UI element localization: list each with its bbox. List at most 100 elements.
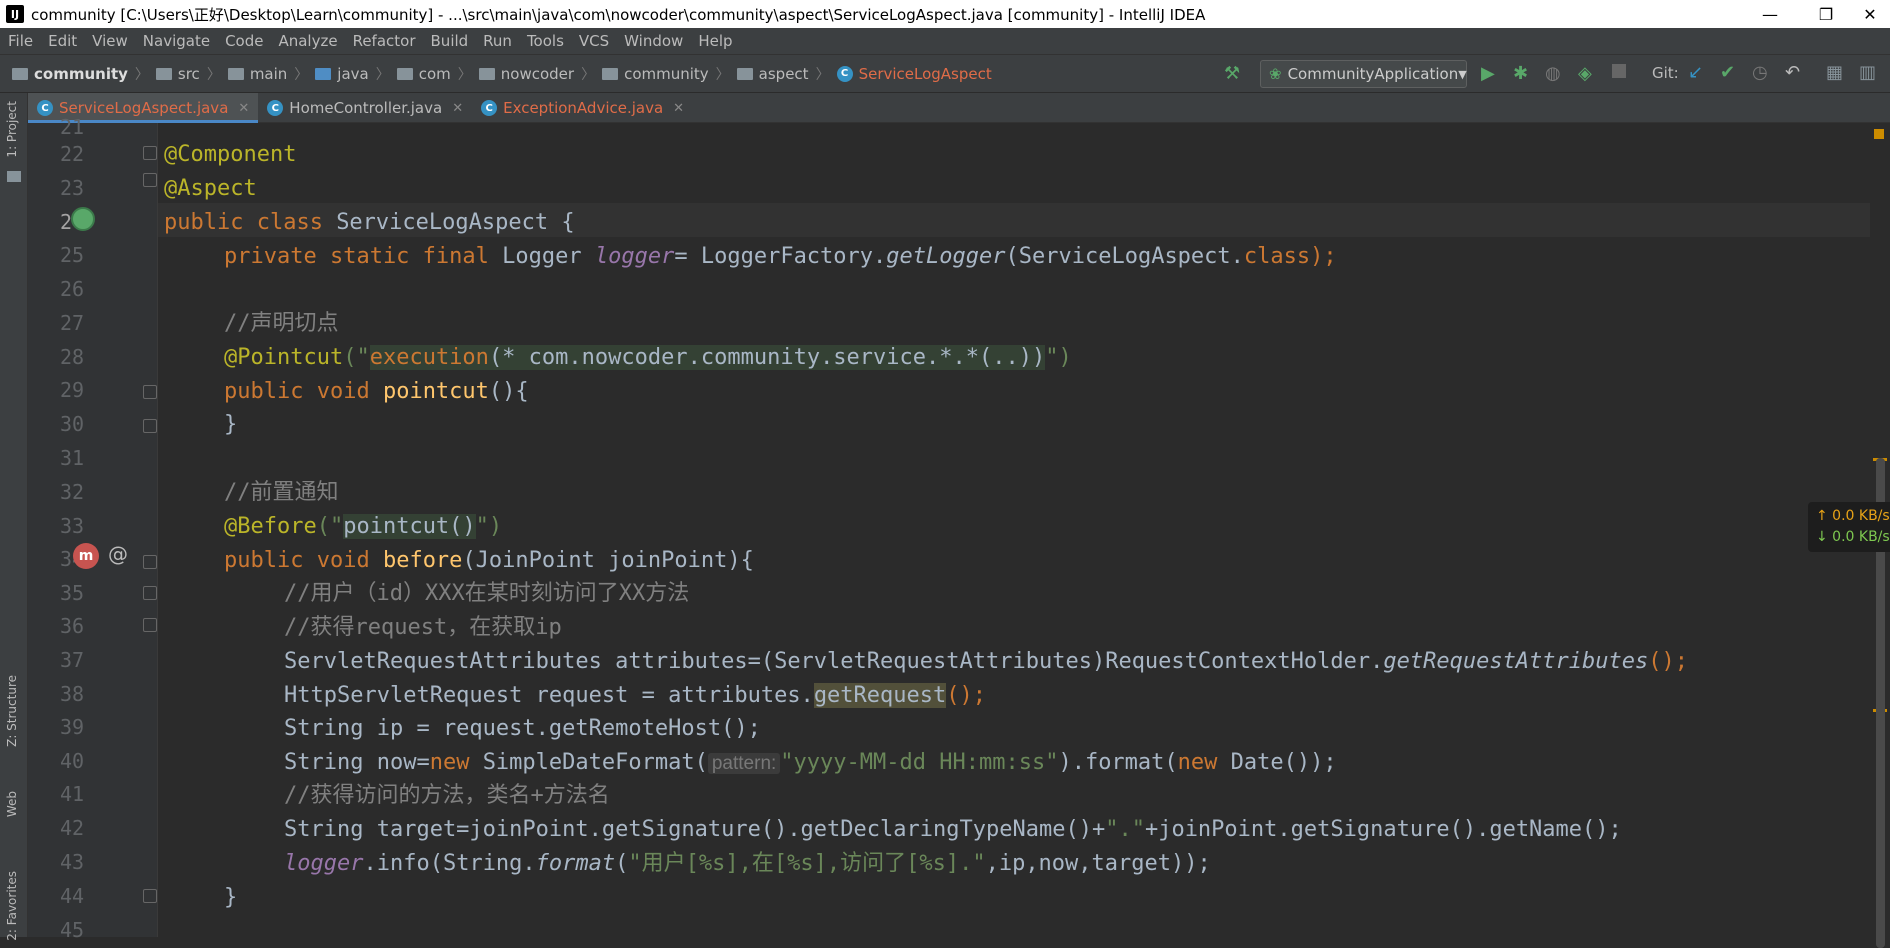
coverage-icon[interactable]: ◍ bbox=[1545, 63, 1561, 84]
code-line-34: public void before(JoinPoint joinPoint){ bbox=[224, 544, 1870, 578]
menu-help[interactable]: Help bbox=[698, 32, 732, 50]
breadcrumb-file[interactable]: ServiceLogAspect bbox=[859, 65, 992, 83]
fold-marker-icon[interactable] bbox=[143, 618, 157, 632]
breadcrumb-community[interactable]: community bbox=[34, 65, 128, 83]
fold-marker-icon[interactable] bbox=[143, 173, 157, 187]
token: } bbox=[224, 412, 238, 437]
editor-tab-bar: C ServiceLogAspect.java ✕ C HomeControll… bbox=[28, 93, 1890, 123]
package-icon bbox=[396, 67, 413, 80]
token: //用户（id）XXX在某时刻访问了XX方法 bbox=[284, 581, 690, 606]
token: HttpServletRequest request = attributes. bbox=[284, 683, 814, 708]
token: String now= bbox=[284, 750, 430, 775]
code-line-41: //获得访问的方法，类名+方法名 bbox=[284, 779, 1870, 813]
fold-marker-icon[interactable] bbox=[143, 555, 157, 569]
close-tab-icon[interactable]: ✕ bbox=[238, 101, 249, 116]
token: String ip = request.getRemoteHost(); bbox=[284, 716, 761, 741]
token: //获得request，在获取ip bbox=[284, 615, 562, 640]
git-commit-icon[interactable]: ✔ bbox=[1720, 62, 1735, 83]
token: @Before bbox=[224, 514, 317, 539]
git-update-icon[interactable]: ↙ bbox=[1688, 62, 1703, 83]
line-number: 26 bbox=[60, 277, 85, 301]
tab-homecontroller[interactable]: C HomeController.java ✕ bbox=[258, 93, 472, 123]
annotation-at-icon[interactable]: @ bbox=[108, 542, 128, 566]
menu-window[interactable]: Window bbox=[624, 32, 683, 50]
maximize-button[interactable]: ❐ bbox=[1803, 0, 1849, 28]
menu-refactor[interactable]: Refactor bbox=[353, 32, 416, 50]
spring-bean-icon[interactable] bbox=[71, 207, 95, 231]
code-line-28: @Pointcut("execution(* com.nowcoder.comm… bbox=[224, 341, 1870, 375]
token: Logger bbox=[502, 244, 595, 269]
title-bar: IJ community [C:\Users\正好\Desktop\Learn\… bbox=[0, 0, 1890, 28]
run-icon[interactable]: ▶ bbox=[1481, 63, 1495, 84]
run-config-dropdown[interactable]: ❀ CommunityApplication ▼ bbox=[1260, 60, 1467, 88]
code-editor[interactable]: @Component @Aspect public class ServiceL… bbox=[158, 123, 1870, 937]
token: (* com.nowcoder.community.service.*.*(..… bbox=[488, 345, 1046, 370]
package-icon bbox=[478, 67, 495, 80]
token: public void bbox=[224, 548, 383, 573]
menu-build[interactable]: Build bbox=[431, 32, 469, 50]
favorites-panel-button[interactable]: 2: Favorites bbox=[5, 871, 19, 941]
menu-file[interactable]: File bbox=[8, 32, 33, 50]
tab-exceptionadvice[interactable]: C ExceptionAdvice.java ✕ bbox=[472, 93, 693, 123]
line-number: 31 bbox=[60, 446, 85, 470]
line-number: 37 bbox=[60, 648, 85, 672]
parameter-hint: pattern: bbox=[707, 753, 781, 774]
menu-navigate[interactable]: Navigate bbox=[143, 32, 210, 50]
project-panel-button[interactable]: 1: Project bbox=[5, 101, 19, 158]
structure-panel-button[interactable]: Z: Structure bbox=[5, 675, 19, 747]
breadcrumb-nowcoder[interactable]: nowcoder bbox=[501, 65, 574, 83]
breadcrumb-com[interactable]: com bbox=[419, 65, 451, 83]
token: ); bbox=[1310, 244, 1337, 269]
upload-speed: ↑ 0.0 KB/s bbox=[1816, 508, 1890, 524]
chevron-right-icon: 〉 bbox=[375, 66, 390, 83]
line-number: 29 bbox=[60, 378, 85, 402]
class-icon: C bbox=[267, 100, 284, 116]
fold-marker-icon[interactable] bbox=[143, 146, 157, 160]
breadcrumb-java[interactable]: java bbox=[337, 65, 368, 83]
fold-marker-icon[interactable] bbox=[143, 419, 157, 433]
build-hammer-icon[interactable]: ⚒ bbox=[1224, 63, 1240, 84]
menu-vcs[interactable]: VCS bbox=[579, 32, 609, 50]
advice-method-icon[interactable]: m bbox=[73, 543, 99, 569]
token: @Aspect bbox=[164, 176, 257, 201]
debug-icon[interactable]: ✱ bbox=[1513, 63, 1528, 84]
token: = LoggerFactory. bbox=[674, 244, 887, 269]
folder-icon bbox=[227, 67, 244, 80]
menu-view[interactable]: View bbox=[92, 32, 128, 50]
profile-icon[interactable]: ◈ bbox=[1578, 63, 1592, 84]
close-tab-icon[interactable]: ✕ bbox=[673, 101, 684, 116]
menu-tools[interactable]: Tools bbox=[527, 32, 564, 50]
menu-edit[interactable]: Edit bbox=[48, 32, 77, 50]
window-title: community [C:\Users\正好\Desktop\Learn\com… bbox=[31, 5, 1206, 24]
class-icon: C bbox=[481, 100, 498, 116]
fold-marker-icon[interactable] bbox=[143, 889, 157, 903]
warning-indicator bbox=[1874, 129, 1884, 139]
web-panel-button[interactable]: Web bbox=[5, 791, 19, 817]
fold-marker-icon[interactable] bbox=[143, 385, 157, 399]
token: ,ip,now,target)); bbox=[985, 851, 1211, 876]
source-folder-icon bbox=[315, 67, 332, 80]
project-structure-icon[interactable]: ▦ bbox=[1826, 62, 1843, 83]
breadcrumb-community-pkg[interactable]: community bbox=[624, 65, 709, 83]
git-rollback-icon[interactable]: ↶ bbox=[1785, 62, 1800, 83]
menu-code[interactable]: Code bbox=[225, 32, 263, 50]
navigation-bar: community 〉 src 〉 main 〉 java 〉 com 〉 no… bbox=[0, 55, 1890, 93]
token: //前置通知 bbox=[224, 480, 339, 505]
code-line-43: logger.info(String.format("用户[%s],在[%s],… bbox=[284, 847, 1870, 881]
stop-icon[interactable] bbox=[1612, 64, 1626, 78]
download-speed: ↓ 0.0 KB/s bbox=[1816, 529, 1890, 545]
git-history-icon[interactable]: ◷ bbox=[1752, 62, 1768, 83]
menu-analyze[interactable]: Analyze bbox=[278, 32, 337, 50]
line-number: 22 bbox=[60, 142, 85, 166]
close-button[interactable]: ✕ bbox=[1847, 0, 1890, 28]
token: (ServiceLogAspect. bbox=[1005, 244, 1244, 269]
layout-icon[interactable]: ▥ bbox=[1859, 62, 1876, 83]
menu-run[interactable]: Run bbox=[483, 32, 512, 50]
breadcrumb-main[interactable]: main bbox=[250, 65, 287, 83]
breadcrumb-src[interactable]: src bbox=[178, 65, 200, 83]
close-tab-icon[interactable]: ✕ bbox=[452, 101, 463, 116]
fold-marker-icon[interactable] bbox=[143, 586, 157, 600]
token: .info(String. bbox=[363, 851, 536, 876]
breadcrumb-aspect[interactable]: aspect bbox=[759, 65, 809, 83]
minimize-button[interactable]: — bbox=[1747, 0, 1793, 28]
